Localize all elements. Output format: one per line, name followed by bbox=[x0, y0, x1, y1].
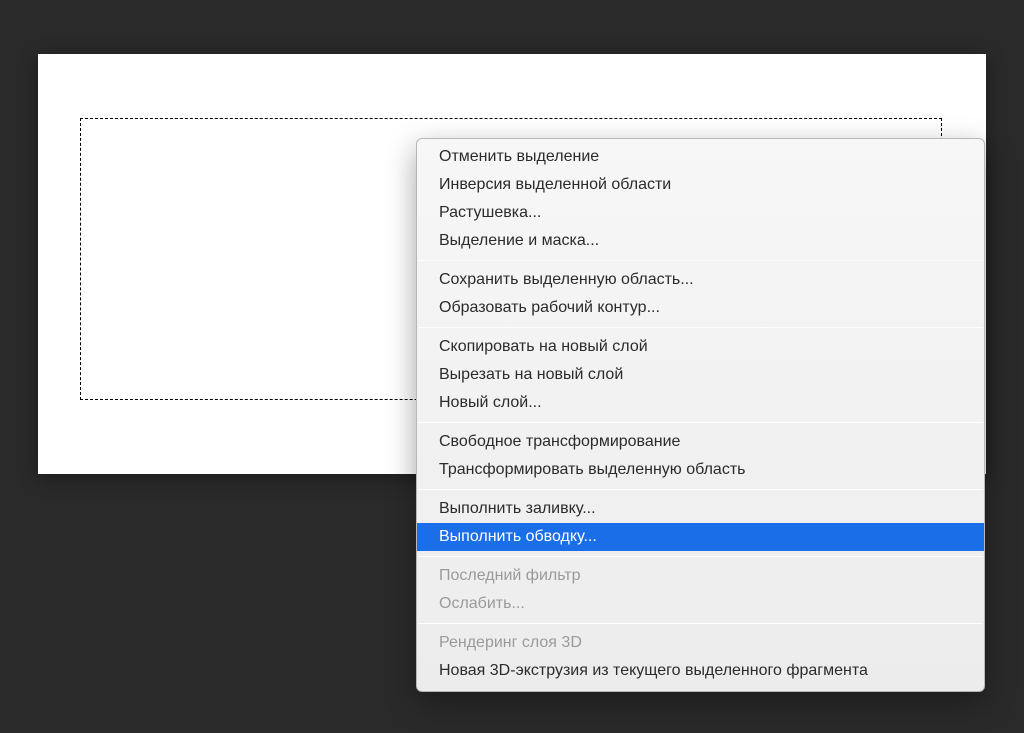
menu-item: Последний фильтр bbox=[417, 562, 984, 590]
menu-item[interactable]: Отменить выделение bbox=[417, 143, 984, 171]
menu-item[interactable]: Вырезать на новый слой bbox=[417, 361, 984, 389]
menu-separator bbox=[418, 623, 983, 624]
menu-item[interactable]: Новый слой... bbox=[417, 389, 984, 417]
menu-item[interactable]: Скопировать на новый слой bbox=[417, 333, 984, 361]
menu-separator bbox=[418, 260, 983, 261]
menu-item[interactable]: Растушевка... bbox=[417, 199, 984, 227]
menu-separator bbox=[418, 327, 983, 328]
menu-item[interactable]: Инверсия выделенной области bbox=[417, 171, 984, 199]
menu-separator bbox=[418, 556, 983, 557]
menu-separator bbox=[418, 489, 983, 490]
menu-item[interactable]: Трансформировать выделенную область bbox=[417, 456, 984, 484]
menu-item: Рендеринг слоя 3D bbox=[417, 629, 984, 657]
menu-item[interactable]: Сохранить выделенную область... bbox=[417, 266, 984, 294]
menu-item: Ослабить... bbox=[417, 590, 984, 618]
context-menu[interactable]: Отменить выделениеИнверсия выделенной об… bbox=[416, 138, 985, 692]
menu-item[interactable]: Свободное трансформирование bbox=[417, 428, 984, 456]
menu-item[interactable]: Новая 3D-экструзия из текущего выделенно… bbox=[417, 657, 984, 685]
menu-separator bbox=[418, 422, 983, 423]
menu-item[interactable]: Выполнить заливку... bbox=[417, 495, 984, 523]
menu-item[interactable]: Образовать рабочий контур... bbox=[417, 294, 984, 322]
menu-item[interactable]: Выполнить обводку... bbox=[417, 523, 984, 551]
menu-item[interactable]: Выделение и маска... bbox=[417, 227, 984, 255]
